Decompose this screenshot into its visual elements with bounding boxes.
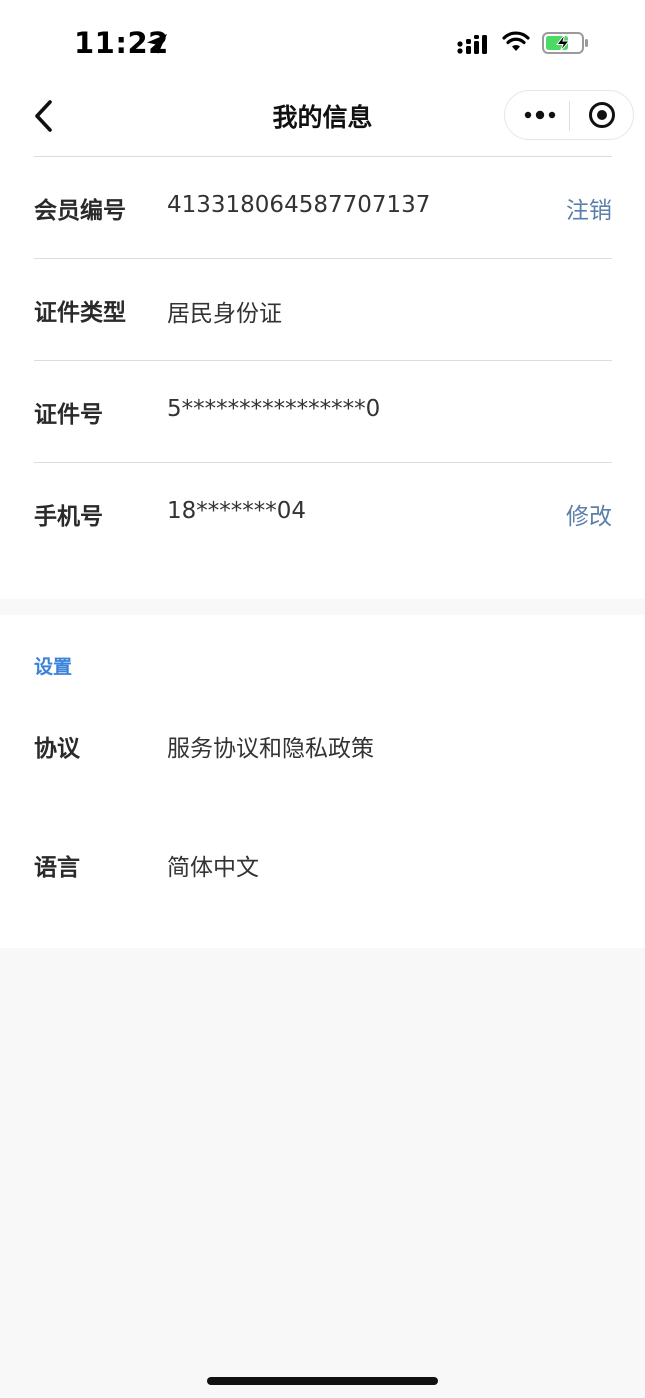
cellular-signal-icon bbox=[457, 35, 487, 54]
settings-section-title: 设置 bbox=[34, 656, 73, 678]
close-miniprogram-icon[interactable] bbox=[587, 100, 617, 130]
agreement-value[interactable]: 服务协议和隐私政策 bbox=[167, 729, 374, 763]
capsule-divider bbox=[569, 101, 570, 131]
phone-row: 手机号 18*******04 修改 bbox=[34, 462, 612, 564]
edit-phone-link[interactable]: 修改 bbox=[566, 497, 612, 531]
screen: 11:22 我的信息 会员编号 413318064587707137 注销 证件… bbox=[0, 0, 645, 1398]
miniprogram-capsule bbox=[504, 90, 634, 140]
agreement-label: 协议 bbox=[34, 736, 80, 762]
phone-label: 手机号 bbox=[34, 504, 103, 530]
id-type-row: 证件类型 居民身份证 bbox=[34, 258, 612, 360]
wifi-icon bbox=[502, 31, 530, 51]
id-number-label: 证件号 bbox=[34, 402, 103, 428]
member-id-value: 413318064587707137 bbox=[167, 192, 431, 218]
member-id-row: 会员编号 413318064587707137 注销 bbox=[34, 156, 612, 258]
language-label: 语言 bbox=[34, 855, 80, 881]
more-dots-icon[interactable] bbox=[523, 104, 557, 126]
language-value[interactable]: 简体中文 bbox=[167, 848, 259, 882]
location-arrow-icon bbox=[147, 34, 167, 54]
phone-value: 18*******04 bbox=[167, 498, 307, 524]
member-id-label: 会员编号 bbox=[34, 198, 126, 224]
deregister-link[interactable]: 注销 bbox=[566, 191, 612, 225]
id-type-value: 居民身份证 bbox=[167, 301, 282, 327]
agreement-row[interactable]: 协议 服务协议和隐私政策 bbox=[34, 715, 612, 775]
status-bar: 11:22 bbox=[0, 0, 645, 88]
member-info-card: 会员编号 413318064587707137 注销 证件类型 居民身份证 证件… bbox=[0, 156, 645, 599]
language-row[interactable]: 语言 简体中文 bbox=[34, 834, 612, 894]
id-number-row: 证件号 5****************0 bbox=[34, 360, 612, 462]
id-number-value: 5****************0 bbox=[167, 396, 381, 422]
settings-card: 设置 协议 服务协议和隐私政策 语言 简体中文 bbox=[0, 615, 645, 948]
nav-bar: 我的信息 bbox=[0, 88, 645, 158]
id-type-label: 证件类型 bbox=[34, 300, 126, 326]
battery-charging-icon bbox=[542, 32, 588, 54]
home-indicator bbox=[207, 1377, 438, 1385]
